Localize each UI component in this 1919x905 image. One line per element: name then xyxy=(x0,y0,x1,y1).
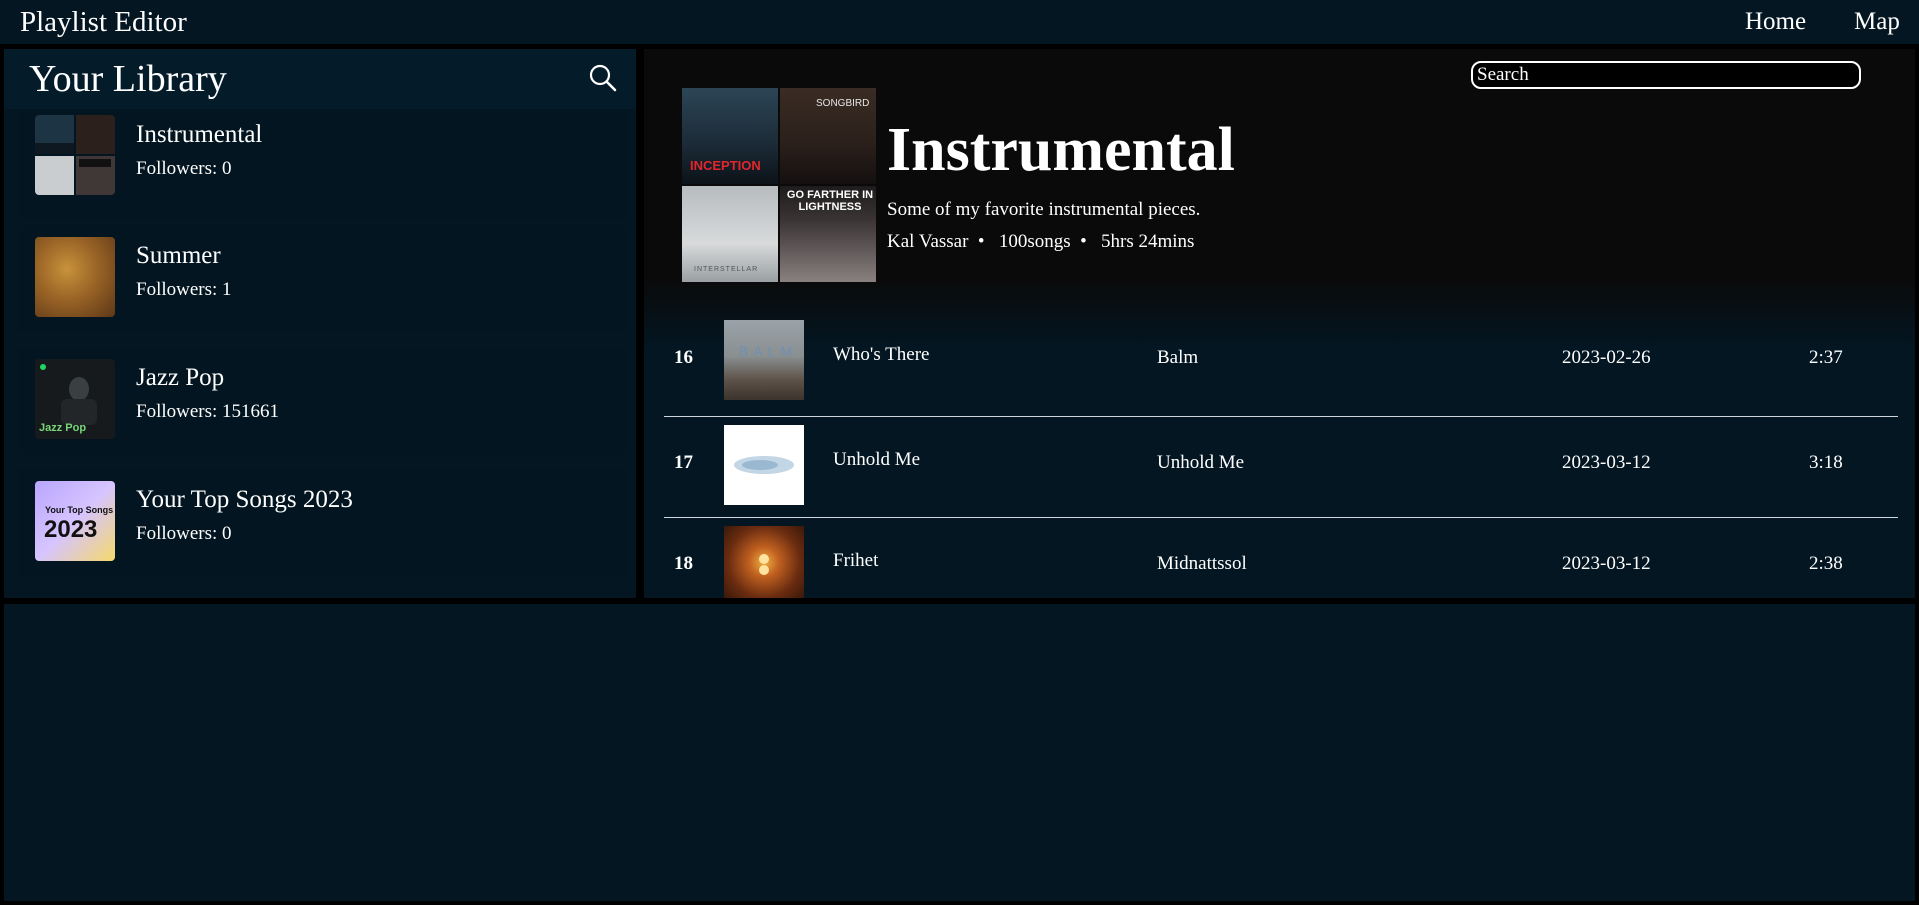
top-bar: Playlist Editor Home Map xyxy=(0,0,1919,44)
library-header: Your Library xyxy=(4,49,636,109)
track-duration: 3:18 xyxy=(1809,452,1843,473)
track-title: Who's There xyxy=(833,344,930,365)
track-album: Unhold Me xyxy=(1157,452,1245,473)
cover-interstellar: INTERSTELLAR xyxy=(682,186,778,282)
library-item-followers: Followers: 0 xyxy=(136,158,232,179)
nav-map-link[interactable]: Map xyxy=(1854,7,1900,37)
app-title: Playlist Editor xyxy=(20,6,187,38)
track-date-added: 2023-03-12 xyxy=(1562,452,1651,473)
instrumental-collage-thumbnail xyxy=(35,115,115,195)
search-icon[interactable] xyxy=(588,63,618,93)
track-row[interactable]: 16 BALM Who's There Balm 2023-02-26 2:37 xyxy=(664,312,1898,412)
track-duration: 2:37 xyxy=(1809,347,1843,368)
cover-go-farther: GO FARTHER IN LIGHTNESS xyxy=(780,186,876,282)
library-panel: Your Library Instrumental Followers: 0 S… xyxy=(4,49,636,598)
nav-home-link[interactable]: Home xyxy=(1745,7,1806,37)
cover-songbird: SONGBIRD xyxy=(780,88,876,184)
cover-label: GO FARTHER IN LIGHTNESS xyxy=(786,189,874,213)
top-songs-cover-text: Your Top Songs xyxy=(45,505,114,515)
track-album: Midnattssol xyxy=(1157,553,1247,574)
track-date-added: 2023-03-12 xyxy=(1562,553,1651,574)
track-artwork-text: BALM xyxy=(739,343,798,359)
playlist-panel: INCEPTION SONGBIRD INTERSTELLAR GO FARTH… xyxy=(644,49,1915,598)
track-number: 18 xyxy=(674,553,693,574)
track-title: Frihet xyxy=(833,550,879,571)
playlist-title: Instrumental xyxy=(887,116,1235,184)
cover-label: SONGBIRD xyxy=(816,98,870,109)
cover-label: INTERSTELLAR xyxy=(694,266,759,273)
track-duration: 2:38 xyxy=(1809,553,1843,574)
playlist-cover-collage: INCEPTION SONGBIRD INTERSTELLAR GO FARTH… xyxy=(682,88,876,282)
track-artwork: BALM xyxy=(724,320,804,400)
library-item-followers: Followers: 0 xyxy=(136,523,232,544)
library-item-name: Your Top Songs 2023 xyxy=(136,486,353,513)
bottom-panel xyxy=(4,604,1915,901)
library-title: Your Library xyxy=(29,58,227,100)
cover-inception: INCEPTION xyxy=(682,88,778,184)
track-album: Balm xyxy=(1157,347,1199,368)
playlist-description: Some of my favorite instrumental pieces. xyxy=(887,199,1201,220)
cover-label: INCEPTION xyxy=(690,158,761,173)
track-title: Unhold Me xyxy=(833,449,921,470)
summer-texture-thumbnail xyxy=(35,237,115,317)
library-item-followers: Followers: 1 xyxy=(136,279,232,300)
playlist-search-input[interactable] xyxy=(1471,61,1861,89)
library-item-name: Summer xyxy=(136,242,221,269)
jazz-pop-cover-text: Jazz Pop xyxy=(39,422,87,434)
library-item-summer[interactable]: Summer Followers: 1 xyxy=(18,225,626,333)
track-artwork xyxy=(724,425,804,505)
library-item-name: Jazz Pop xyxy=(136,364,225,391)
library-item-top-songs-2023[interactable]: Your Top Songs 2023 Your Top Songs 2023 … xyxy=(18,469,626,577)
track-date-added: 2023-02-26 xyxy=(1562,347,1651,368)
jazz-pop-cover-thumbnail: Jazz Pop xyxy=(35,359,115,439)
track-number: 17 xyxy=(674,452,693,473)
top-songs-cover-year: 2023 xyxy=(44,516,98,543)
library-item-instrumental[interactable]: Instrumental Followers: 0 xyxy=(18,110,626,218)
playlist-meta: Kal Vassar • 100songs • 5hrs 24mins xyxy=(887,231,1195,252)
library-item-name: Instrumental xyxy=(136,121,263,148)
track-number: 16 xyxy=(674,347,693,368)
track-row[interactable]: 18 Frihet Midnattssol 2023-03-12 2:38 xyxy=(664,518,1898,598)
track-row[interactable]: 17 Unhold Me Unhold Me 2023-03-12 3:18 xyxy=(664,417,1898,517)
library-item-jazz-pop[interactable]: Jazz Pop Jazz Pop Followers: 151661 xyxy=(18,347,626,455)
library-item-followers: Followers: 151661 xyxy=(136,401,280,422)
track-artwork xyxy=(724,526,804,598)
top-songs-cover-thumbnail: Your Top Songs 2023 xyxy=(35,481,115,561)
